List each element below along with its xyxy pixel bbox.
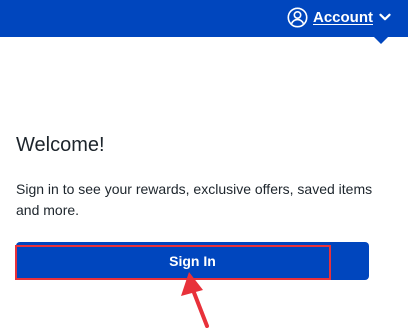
sign-in-button-label: Sign In <box>169 253 216 269</box>
account-menu-page: Account Welcome! Sign in to see your rew… <box>0 0 408 329</box>
top-header-bar: Account <box>0 0 408 37</box>
chevron-down-icon <box>379 11 391 23</box>
sign-in-button[interactable]: Sign In <box>16 242 369 280</box>
user-circle-icon <box>287 7 308 28</box>
sign-in-description: Sign in to see your rewards, exclusive o… <box>16 181 373 218</box>
account-menu-button[interactable]: Account <box>287 5 391 29</box>
dropdown-caret <box>373 36 389 44</box>
account-label: Account <box>313 8 373 26</box>
welcome-heading: Welcome! <box>16 134 105 156</box>
